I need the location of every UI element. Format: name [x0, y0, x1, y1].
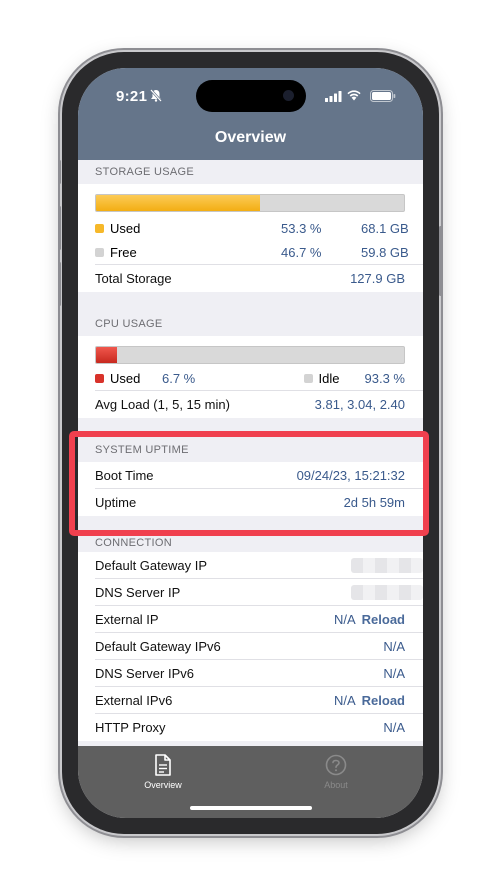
reload-external-ipv6-button[interactable]: Reload: [362, 693, 405, 708]
http-proxy-row: HTTP Proxy N/A: [95, 714, 423, 741]
dns-server-ipv6-row: DNS Server IPv6 N/A: [95, 660, 423, 687]
cpu-section-header: CPU USAGE: [78, 312, 423, 336]
storage-free-row: Free 46.7 % 59.8 GB: [95, 240, 409, 264]
dns-server-ip-row: DNS Server IP: [95, 579, 423, 606]
tab-about[interactable]: About: [291, 754, 381, 790]
avg-load-row: Avg Load (1, 5, 15 min) 3.81, 3.04, 2.40: [95, 390, 423, 418]
avg-load-value: 3.81, 3.04, 2.40: [314, 397, 405, 412]
cpu-legend-row: Used 6.7 % Idle 93.3 %: [95, 366, 405, 390]
page-title: Overview: [214, 129, 287, 146]
action-button: [58, 160, 61, 184]
document-icon: [155, 754, 171, 776]
status-time: 9:21: [116, 88, 148, 105]
reload-external-ip-button[interactable]: Reload: [362, 612, 405, 627]
http-proxy-value: N/A: [383, 720, 405, 735]
power-button: [439, 226, 442, 296]
redacted-value: [351, 558, 423, 573]
default-gateway-ipv6-value: N/A: [383, 638, 405, 654]
avg-load-label: Avg Load (1, 5, 15 min): [95, 397, 230, 412]
storage-section-header: STORAGE USAGE: [78, 160, 423, 184]
used-swatch: [95, 223, 104, 233]
external-ipv6-label: External IPv6: [95, 692, 173, 708]
storage-group: Used 53.3 % 68.1 GB Free 46.7 % 59.8 GB …: [78, 184, 423, 292]
tab-overview[interactable]: Overview: [118, 754, 208, 790]
connection-group: Default Gateway IP DNS Server IP Externa…: [78, 552, 423, 741]
http-proxy-label: HTTP Proxy: [95, 720, 166, 735]
default-gateway-ipv6-row: Default Gateway IPv6 N/A: [95, 633, 423, 660]
cpu-used-label: Used: [110, 370, 141, 386]
dynamic-island: [196, 80, 306, 112]
storage-free-percent: 46.7 %: [281, 244, 322, 260]
navigation-bar: Overview: [78, 120, 423, 160]
cpu-used-percent: 6.7 %: [162, 370, 196, 386]
external-ip-label: External IP: [95, 611, 159, 627]
storage-used-percent: 53.3 %: [281, 220, 322, 236]
storage-used-row: Used 53.3 % 68.1 GB: [95, 216, 409, 240]
default-gateway-ip-row: Default Gateway IP: [95, 552, 423, 579]
redacted-value: [351, 585, 423, 600]
storage-used-fill: [96, 195, 261, 211]
battery-icon: [370, 90, 396, 102]
default-gateway-ipv6-label: Default Gateway IPv6: [95, 638, 221, 654]
dns-server-ipv6-value: N/A: [383, 665, 405, 681]
total-storage-label: Total Storage: [95, 271, 172, 286]
cpu-idle-percent: 93.3 %: [364, 370, 405, 386]
camera-icon: [283, 90, 294, 101]
external-ipv6-value: N/A: [333, 692, 356, 708]
cpu-used-swatch: [95, 373, 104, 383]
storage-free-size: 59.8 GB: [361, 244, 409, 260]
volume-up-button: [58, 206, 61, 250]
external-ipv6-row: External IPv6 N/A Reload: [95, 687, 423, 714]
tab-overview-label: Overview: [144, 780, 182, 790]
tab-about-label: About: [324, 780, 348, 790]
uptime-highlight-box: [69, 431, 429, 536]
storage-usage-bar: [95, 194, 405, 212]
home-indicator[interactable]: [190, 806, 312, 810]
connection-section-header: CONNECTION: [78, 536, 423, 552]
dns-server-ipv6-label: DNS Server IPv6: [95, 665, 194, 681]
bell-slash-icon: [150, 89, 162, 102]
storage-used-size: 68.1 GB: [361, 220, 409, 236]
cpu-idle-swatch: [303, 373, 313, 383]
external-ip-value: N/A: [333, 611, 356, 627]
cpu-used-fill: [96, 347, 117, 363]
total-storage-value: 127.9 GB: [350, 271, 405, 286]
storage-free-label: Free: [110, 244, 137, 260]
status-bar: 9:21: [78, 68, 423, 120]
cpu-group: Used 6.7 % Idle 93.3 % Avg Load (1, 5, 1…: [78, 336, 423, 418]
free-swatch: [95, 247, 104, 257]
external-ip-row: External IP N/A Reload: [95, 606, 423, 633]
volume-down-button: [58, 262, 61, 306]
cellular-signal-icon: [325, 91, 342, 102]
storage-used-label: Used: [110, 220, 141, 236]
total-storage-row: Total Storage 127.9 GB: [95, 264, 423, 292]
cpu-idle-label: Idle: [318, 370, 340, 386]
wifi-icon: [347, 90, 361, 101]
cpu-usage-bar: [95, 346, 405, 364]
question-circle-icon: [325, 754, 347, 776]
